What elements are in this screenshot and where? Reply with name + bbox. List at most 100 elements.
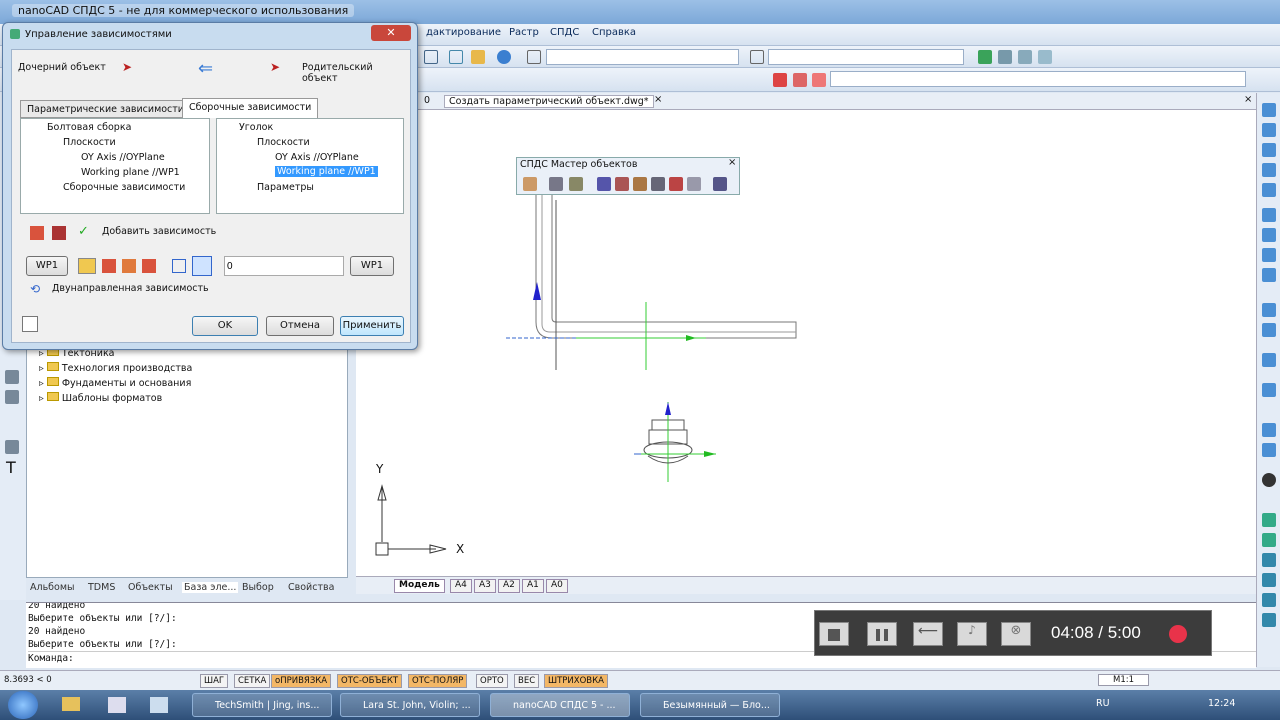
layout-tab-a1[interactable]: A1	[522, 579, 544, 593]
status-toggle-7[interactable]: ШТРИХОВКА	[544, 674, 608, 688]
child-pick-icon[interactable]: ➤	[122, 60, 132, 74]
direction-arrow-icon[interactable]: ⇐	[198, 58, 213, 79]
dialog-close-button[interactable]: ✕	[371, 25, 411, 41]
break-icon[interactable]	[1262, 423, 1276, 437]
explorer-icon[interactable]	[62, 697, 80, 711]
layer-props-icon[interactable]	[1018, 50, 1032, 64]
drawing-canvas[interactable]: Y X	[356, 110, 1256, 576]
task-music[interactable]: Lara St. John, Violin; ...	[340, 693, 480, 717]
confirm-check-icon[interactable]: ✓	[78, 224, 89, 239]
wp-right-button[interactable]: WP1	[350, 256, 394, 276]
align-icon[interactable]	[78, 258, 96, 274]
chamfer-icon[interactable]	[1262, 383, 1276, 397]
panel-tab-select[interactable]: Выбор	[242, 582, 274, 593]
wizard-edit-icon[interactable]	[549, 177, 563, 191]
text-tool-icon[interactable]: T	[6, 458, 16, 477]
stop-button[interactable]	[819, 622, 849, 646]
parent-pick-icon[interactable]: ➤	[270, 60, 280, 74]
panel-tab-library[interactable]: База эле...	[182, 582, 239, 593]
tree-parent-working-plane[interactable]: Working plane //WP1	[275, 166, 378, 177]
doc-close-icon[interactable]: ×	[1244, 94, 1252, 105]
draw-polyline-icon[interactable]	[1262, 123, 1276, 137]
add-dep-icon[interactable]	[30, 226, 44, 240]
task-jing[interactable]: TechSmith | Jing, ins...	[192, 693, 332, 717]
wizard-tool1-icon[interactable]	[597, 177, 611, 191]
tab-parametric[interactable]: Параметрические зависимости	[20, 100, 191, 118]
start-button[interactable]	[8, 691, 38, 719]
trim-icon[interactable]	[1262, 303, 1276, 317]
lineweight-icon[interactable]	[812, 73, 826, 87]
drawing-svg[interactable]	[356, 110, 1256, 576]
wizard-object-icon[interactable]	[523, 177, 537, 191]
bidirectional-icon[interactable]: ⟲	[30, 282, 40, 296]
text-style-icon[interactable]	[527, 50, 541, 64]
color-icon[interactable]	[773, 73, 787, 87]
status-toggle-5[interactable]: ОРТО	[476, 674, 508, 688]
remove-dep-icon[interactable]	[52, 226, 66, 240]
cancel-record-button[interactable]: ⊗	[1001, 622, 1031, 646]
layout-tab-a4[interactable]: A4	[450, 579, 472, 593]
status-toggle-6[interactable]: ВЕС	[514, 674, 540, 688]
draw-grid-icon[interactable]	[1262, 183, 1276, 197]
layout-tab-a0[interactable]: A0	[546, 579, 568, 593]
panel-tab-albums[interactable]: Альбомы	[30, 582, 75, 593]
extend-icon[interactable]	[1262, 323, 1276, 337]
app2-icon[interactable]	[150, 697, 168, 713]
layout-tab-model[interactable]: Модель	[394, 579, 445, 593]
wizard-close-icon[interactable]: ×	[728, 157, 736, 168]
status-toggle-4[interactable]: ОТС-ПОЛЯР	[408, 674, 468, 688]
bolt-assembly[interactable]	[634, 402, 716, 482]
offset-input[interactable]	[224, 256, 344, 276]
tree-angle[interactable]: Уголок	[239, 122, 273, 133]
copy-icon[interactable]	[1262, 228, 1276, 242]
tree-parameters[interactable]: Параметры	[257, 182, 314, 193]
cancel-button[interactable]: Отмена	[266, 316, 334, 336]
spds-icon-3[interactable]	[1262, 553, 1276, 567]
volume-icon[interactable]: ♪	[957, 622, 987, 646]
tree-item-foundations[interactable]: ▹ Фундаменты и основания	[39, 377, 191, 389]
menu-item-raster[interactable]: Растр	[509, 27, 539, 38]
scale-readout[interactable]: M1:1	[1098, 674, 1150, 686]
menu-item-help[interactable]: Справка	[592, 27, 636, 38]
wizard-assembly-icon[interactable]	[569, 177, 583, 191]
tree-bolt-assembly[interactable]: Болтовая сборка	[47, 122, 131, 133]
tree-parent-oy-axis[interactable]: OY Axis //OYPlane	[275, 152, 359, 163]
apply-button[interactable]: Применить	[340, 316, 404, 336]
task-notepad[interactable]: Безымянный — Бло...	[640, 693, 780, 717]
zoom-icon[interactable]	[424, 50, 438, 64]
wizard-tool6-icon[interactable]	[687, 177, 701, 191]
rotate-icon[interactable]	[1262, 248, 1276, 262]
draw-rect-icon[interactable]	[1262, 163, 1276, 177]
panel-tab-tdms[interactable]: TDMS	[88, 582, 115, 593]
flip-active-icon[interactable]	[192, 256, 212, 276]
wizard-tool3-icon[interactable]	[633, 177, 647, 191]
layout-tab-a3[interactable]: A3	[474, 579, 496, 593]
status-toggle-0[interactable]: ШАГ	[200, 674, 229, 688]
wizard-tool2-icon[interactable]	[615, 177, 629, 191]
ok-button[interactable]: OK	[192, 316, 258, 336]
tree-planes[interactable]: Плоскости	[63, 137, 116, 148]
tree-oy-axis[interactable]: OY Axis //OYPlane	[81, 152, 165, 163]
spds-icon-5[interactable]	[1262, 593, 1276, 607]
layer-state-icon[interactable]	[1038, 50, 1052, 64]
left-tool-2-icon[interactable]	[5, 390, 19, 404]
layer-tools-icon[interactable]	[998, 50, 1012, 64]
perpendicular-icon[interactable]	[142, 259, 156, 273]
wp-left-button[interactable]: WP1	[26, 256, 68, 276]
doc-tab-active[interactable]: Создать параметрический объект.dwg*	[444, 95, 654, 108]
layout-tab-a2[interactable]: A2	[498, 579, 520, 593]
pencil-icon[interactable]	[471, 50, 485, 64]
wizard-tool5-icon[interactable]	[669, 177, 683, 191]
status-toggle-3[interactable]: ОТС-ОБЪЕКТ	[337, 674, 403, 688]
fillet-icon[interactable]	[1262, 353, 1276, 367]
app-icon[interactable]	[108, 697, 126, 713]
left-tool-1-icon[interactable]	[5, 370, 19, 384]
spds-icon-1[interactable]	[1262, 513, 1276, 527]
move-icon[interactable]	[1262, 208, 1276, 222]
dim-style-dropdown[interactable]	[768, 49, 964, 65]
left-tool-3-icon[interactable]	[5, 440, 19, 454]
status-toggle-2[interactable]: оПРИВЯЗКА	[271, 674, 332, 688]
explode-icon[interactable]	[1262, 443, 1276, 457]
coincide-icon[interactable]	[102, 259, 116, 273]
measure-icon[interactable]	[449, 50, 463, 64]
